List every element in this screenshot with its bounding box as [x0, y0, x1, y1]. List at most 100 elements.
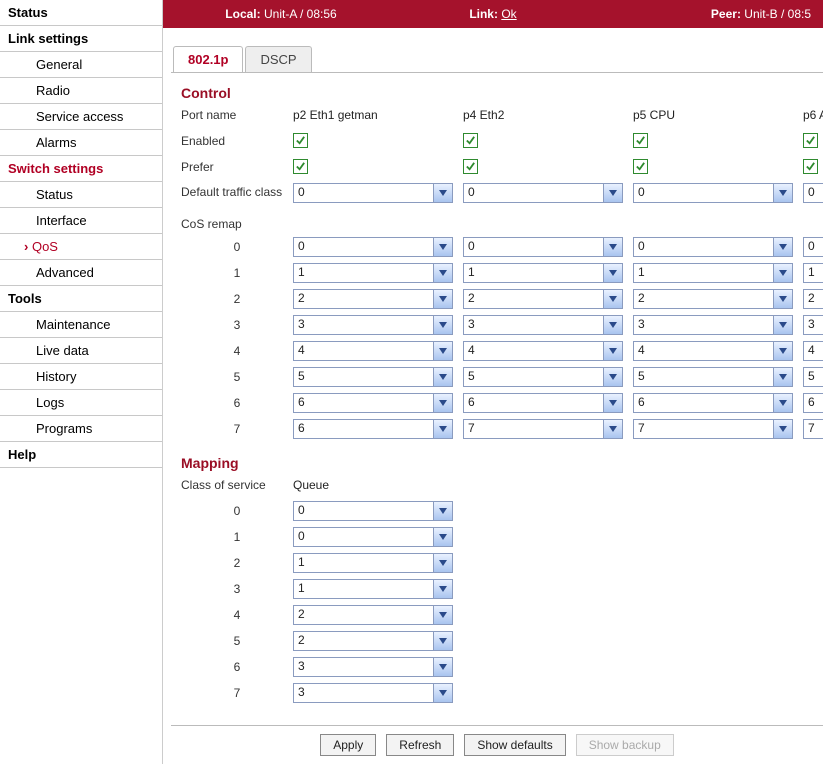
- chevron-down-icon[interactable]: [433, 264, 452, 282]
- sidebar-item-interface[interactable]: Interface: [0, 208, 162, 234]
- chevron-down-icon[interactable]: [433, 528, 452, 546]
- cos-remap-dd-0-5[interactable]: 5: [293, 367, 453, 387]
- chevron-down-icon[interactable]: [603, 316, 622, 334]
- chevron-down-icon[interactable]: [433, 554, 452, 572]
- row-prefer-checkbox-0[interactable]: [293, 159, 308, 174]
- mapping-queue-dd-2[interactable]: 1: [293, 553, 453, 573]
- row-enabled-checkbox-2[interactable]: [633, 133, 648, 148]
- chevron-down-icon[interactable]: [433, 368, 452, 386]
- cos-remap-dd-0-3[interactable]: 3: [293, 315, 453, 335]
- mapping-queue-dd-0[interactable]: 0: [293, 501, 453, 521]
- cos-remap-dd-1-6[interactable]: 6: [463, 393, 623, 413]
- chevron-down-icon[interactable]: [433, 184, 452, 202]
- chevron-down-icon[interactable]: [433, 420, 452, 438]
- cos-remap-dd-2-7[interactable]: 7: [633, 419, 793, 439]
- chevron-down-icon[interactable]: [433, 290, 452, 308]
- cos-remap-dd-3-0[interactable]: 0: [803, 237, 823, 257]
- sidebar-item-service-access[interactable]: Service access: [0, 104, 162, 130]
- chevron-down-icon[interactable]: [773, 316, 792, 334]
- cos-remap-dd-0-6[interactable]: 6: [293, 393, 453, 413]
- refresh-button[interactable]: Refresh: [386, 734, 454, 756]
- chevron-down-icon[interactable]: [773, 184, 792, 202]
- cos-remap-dd-3-1[interactable]: 1: [803, 263, 823, 283]
- sidebar-item-status[interactable]: Status: [0, 182, 162, 208]
- chevron-down-icon[interactable]: [603, 394, 622, 412]
- cos-remap-dd-0-2[interactable]: 2: [293, 289, 453, 309]
- tab-8021p[interactable]: 802.1p: [173, 46, 243, 72]
- chevron-down-icon[interactable]: [603, 184, 622, 202]
- sidebar-item-alarms[interactable]: Alarms: [0, 130, 162, 156]
- cos-remap-dd-0-7[interactable]: 6: [293, 419, 453, 439]
- mapping-queue-dd-7[interactable]: 3: [293, 683, 453, 703]
- cos-remap-dd-1-0[interactable]: 0: [463, 237, 623, 257]
- row-enabled-checkbox-3[interactable]: [803, 133, 818, 148]
- sidebar-item-general[interactable]: General: [0, 52, 162, 78]
- chevron-down-icon[interactable]: [433, 502, 452, 520]
- cos-remap-dd-1-1[interactable]: 1: [463, 263, 623, 283]
- chevron-down-icon[interactable]: [433, 658, 452, 676]
- sidebar-item-maintenance[interactable]: Maintenance: [0, 312, 162, 338]
- sidebar-item-advanced[interactable]: Advanced: [0, 260, 162, 286]
- chevron-down-icon[interactable]: [773, 342, 792, 360]
- chevron-down-icon[interactable]: [603, 238, 622, 256]
- link-value[interactable]: Ok: [501, 7, 516, 21]
- sidebar-item-qos[interactable]: QoS: [0, 234, 162, 260]
- chevron-down-icon[interactable]: [773, 264, 792, 282]
- tab-dscp[interactable]: DSCP: [245, 46, 311, 72]
- default-traffic-dd-2[interactable]: 0: [633, 183, 793, 203]
- sidebar-item-help[interactable]: Help: [0, 442, 162, 468]
- cos-remap-dd-2-5[interactable]: 5: [633, 367, 793, 387]
- chevron-down-icon[interactable]: [603, 420, 622, 438]
- cos-remap-dd-1-3[interactable]: 3: [463, 315, 623, 335]
- row-prefer-checkbox-2[interactable]: [633, 159, 648, 174]
- cos-remap-dd-0-0[interactable]: 0: [293, 237, 453, 257]
- cos-remap-dd-3-3[interactable]: 3: [803, 315, 823, 335]
- cos-remap-dd-2-4[interactable]: 4: [633, 341, 793, 361]
- apply-button[interactable]: Apply: [320, 734, 376, 756]
- sidebar-item-status[interactable]: Status: [0, 0, 162, 26]
- chevron-down-icon[interactable]: [603, 290, 622, 308]
- sidebar-item-logs[interactable]: Logs: [0, 390, 162, 416]
- sidebar-item-link-settings[interactable]: Link settings: [0, 26, 162, 52]
- chevron-down-icon[interactable]: [433, 632, 452, 650]
- row-enabled-checkbox-1[interactable]: [463, 133, 478, 148]
- sidebar-item-switch-settings[interactable]: Switch settings: [0, 156, 162, 182]
- mapping-queue-dd-4[interactable]: 2: [293, 605, 453, 625]
- chevron-down-icon[interactable]: [433, 684, 452, 702]
- mapping-queue-dd-5[interactable]: 2: [293, 631, 453, 651]
- chevron-down-icon[interactable]: [773, 290, 792, 308]
- cos-remap-dd-1-2[interactable]: 2: [463, 289, 623, 309]
- default-traffic-dd-1[interactable]: 0: [463, 183, 623, 203]
- cos-remap-dd-1-4[interactable]: 4: [463, 341, 623, 361]
- row-prefer-checkbox-1[interactable]: [463, 159, 478, 174]
- chevron-down-icon[interactable]: [773, 420, 792, 438]
- cos-remap-dd-3-7[interactable]: 7: [803, 419, 823, 439]
- chevron-down-icon[interactable]: [603, 368, 622, 386]
- mapping-queue-dd-3[interactable]: 1: [293, 579, 453, 599]
- sidebar-item-tools[interactable]: Tools: [0, 286, 162, 312]
- cos-remap-dd-3-4[interactable]: 4: [803, 341, 823, 361]
- show-defaults-button[interactable]: Show defaults: [464, 734, 565, 756]
- cos-remap-dd-1-5[interactable]: 5: [463, 367, 623, 387]
- chevron-down-icon[interactable]: [773, 394, 792, 412]
- cos-remap-dd-2-2[interactable]: 2: [633, 289, 793, 309]
- chevron-down-icon[interactable]: [433, 394, 452, 412]
- row-prefer-checkbox-3[interactable]: [803, 159, 818, 174]
- chevron-down-icon[interactable]: [433, 238, 452, 256]
- sidebar-item-history[interactable]: History: [0, 364, 162, 390]
- cos-remap-dd-1-7[interactable]: 7: [463, 419, 623, 439]
- chevron-down-icon[interactable]: [433, 342, 452, 360]
- cos-remap-dd-3-5[interactable]: 5: [803, 367, 823, 387]
- sidebar-item-radio[interactable]: Radio: [0, 78, 162, 104]
- cos-remap-dd-2-6[interactable]: 6: [633, 393, 793, 413]
- chevron-down-icon[interactable]: [603, 342, 622, 360]
- sidebar-item-programs[interactable]: Programs: [0, 416, 162, 442]
- cos-remap-dd-3-6[interactable]: 6: [803, 393, 823, 413]
- chevron-down-icon[interactable]: [603, 264, 622, 282]
- row-enabled-checkbox-0[interactable]: [293, 133, 308, 148]
- chevron-down-icon[interactable]: [433, 580, 452, 598]
- default-traffic-dd-3[interactable]: 0: [803, 183, 823, 203]
- default-traffic-dd-0[interactable]: 0: [293, 183, 453, 203]
- chevron-down-icon[interactable]: [433, 316, 452, 334]
- cos-remap-dd-0-4[interactable]: 4: [293, 341, 453, 361]
